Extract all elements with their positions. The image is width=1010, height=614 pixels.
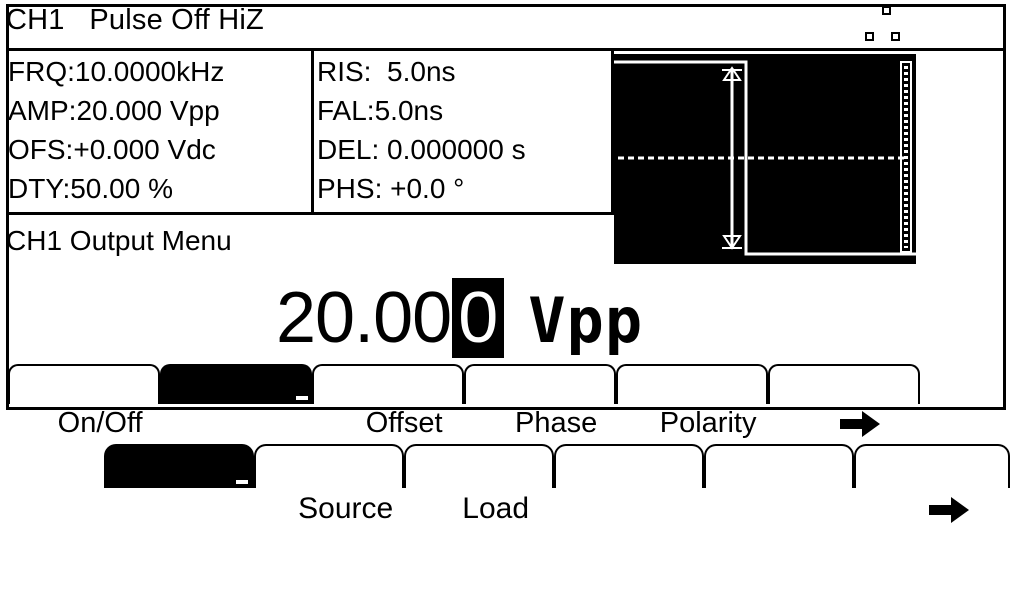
softkey-label: Offset — [365, 407, 443, 439]
pulse-waveform-icon — [614, 60, 916, 256]
softkey-on-off[interactable]: On/Off — [8, 364, 160, 439]
subkey-next-page[interactable] — [854, 444, 1010, 524]
submenu-indicator-icon — [236, 480, 248, 484]
softkey-label: Ampl — [218, 407, 285, 439]
subkey-load[interactable]: Load — [404, 444, 554, 525]
param-delay: DEL: 0.000000 s — [317, 134, 526, 165]
softkey-label: Phase — [515, 407, 598, 439]
softkey-label: On/Off — [57, 407, 143, 439]
right-arrow-icon — [928, 497, 969, 524]
param-fall: FAL:5.0ns — [317, 95, 444, 126]
subkey-empty-4[interactable] — [554, 444, 704, 488]
subkey-label: Load — [462, 492, 530, 525]
softkey-bar: On/Off Ampl Offset Phase Polarity — [8, 364, 924, 439]
softkey-label: Polarity — [659, 407, 757, 439]
waveform-preview — [614, 54, 916, 264]
param-offset: OFS:+0.000 Vdc — [8, 134, 216, 165]
sub-softkey-bar: Range Source Load — [104, 444, 1010, 525]
subkey-empty-5[interactable] — [704, 444, 854, 488]
divider — [311, 48, 314, 215]
subkey-label: Source — [298, 492, 394, 525]
divider — [6, 48, 1006, 51]
param-amplitude: AMP:20.000 Vpp — [8, 95, 220, 126]
value-cursor-digit[interactable]: 0 — [452, 278, 505, 358]
right-arrow-icon — [840, 411, 881, 438]
value-digits: 20.00 — [276, 278, 452, 358]
param-phase: PHS: +0.0 ° — [317, 173, 465, 204]
subkey-label: Range — [151, 492, 240, 525]
header-title: CH1 Pulse Off HiZ — [6, 4, 264, 36]
softkey-phase[interactable]: Phase — [464, 364, 616, 439]
param-duty: DTY:50.00 % — [8, 173, 173, 204]
value-unit: Vpp — [528, 284, 644, 357]
menu-title: CH1 Output Menu — [6, 225, 232, 256]
submenu-indicator-icon — [296, 396, 308, 400]
divider — [6, 212, 612, 215]
subkey-range[interactable]: Range — [104, 444, 254, 525]
channel-indicator-icon — [852, 2, 908, 44]
softkey-ampl[interactable]: Ampl — [160, 364, 312, 439]
param-frequency: FRQ:10.0000kHz — [8, 56, 225, 87]
amplitude-value-display[interactable]: 20.00 0 Vpp — [276, 278, 643, 358]
softkey-polarity[interactable]: Polarity — [616, 364, 768, 439]
softkey-offset[interactable]: Offset — [312, 364, 464, 439]
subkey-source[interactable]: Source — [254, 444, 404, 525]
softkey-next-page[interactable] — [768, 364, 920, 438]
param-rise: RIS: 5.0ns — [317, 56, 456, 87]
